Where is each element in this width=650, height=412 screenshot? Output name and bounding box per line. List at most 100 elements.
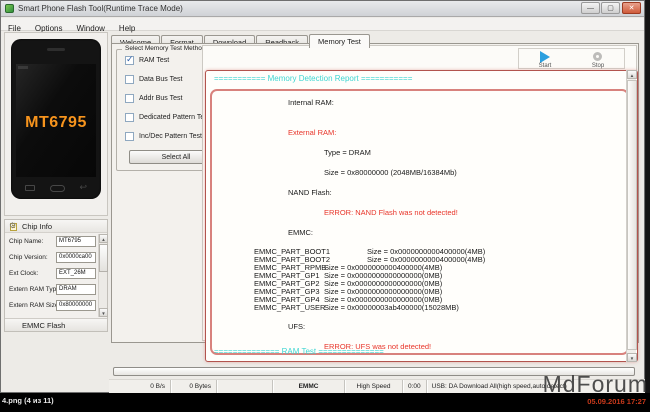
checkbox[interactable] <box>125 132 134 141</box>
app-icon <box>5 4 14 13</box>
scroll-down-icon[interactable]: ▼ <box>99 308 108 317</box>
checkbox-label: Addr Bus Test <box>139 95 183 102</box>
partition-size: Size = 0x00000003ab400000(15028MB) <box>324 303 459 312</box>
image-datetime: 05.09.2016 17:27 <box>587 397 646 406</box>
checkbox-label: Data Bus Test <box>139 76 183 83</box>
maximize-button[interactable]: ▢ <box>601 2 620 14</box>
report-line: Type = DRAM <box>218 148 627 158</box>
checkbox[interactable] <box>125 75 134 84</box>
memory-detection-report: =========== Memory Detection Report ====… <box>205 70 638 362</box>
report-line: EMMC_PART_USERSize = 0x00000003ab400000(… <box>218 304 627 312</box>
menu-icon <box>25 185 35 191</box>
chip-info-row: Ext Clock: EXT_26M <box>5 266 98 282</box>
app-window: Smart Phone Flash Tool(Runtime Trace Mod… <box>0 0 645 393</box>
status-segment: High Speed <box>345 380 403 393</box>
report-work-panel: Start Stop =========== Memory Detection … <box>202 45 638 362</box>
report-line: Internal RAM: <box>218 98 627 108</box>
checkbox-label: Dedicated Pattern Test <box>139 114 210 121</box>
chip-info-fields: Chip Name: MT6795 Chip Version: 0x0000ca… <box>5 234 98 317</box>
chip-info-header[interactable]: Chip Info <box>5 220 107 233</box>
field-label: Extern RAM Size: <box>9 302 61 309</box>
checkbox[interactable] <box>125 55 134 65</box>
status-segment <box>217 380 273 393</box>
report-text: External RAM: <box>288 128 337 137</box>
phone-preview-panel: MT6795 ↩ <box>4 32 108 216</box>
field-value-input[interactable]: EXT_26M <box>56 268 96 279</box>
title-bar: Smart Phone Flash Tool(Runtime Trace Mod… <box>1 1 644 17</box>
close-button[interactable]: ✕ <box>622 2 641 14</box>
report-line: ERROR: NAND Flash was not detected! <box>218 208 627 218</box>
report-line: UFS: <box>218 322 627 332</box>
phone-screen: MT6795 <box>16 64 96 177</box>
report-text: Type = DRAM <box>324 148 371 157</box>
watermark: MdForum <box>542 371 648 397</box>
field-label: Chip Name: <box>9 238 44 245</box>
report-header: =========== Memory Detection Report ====… <box>214 74 413 83</box>
field-value-input[interactable]: MT6795 <box>56 236 96 247</box>
checkbox[interactable] <box>125 94 134 103</box>
report-line: EMMC: <box>218 228 627 238</box>
scroll-up-icon[interactable]: ▲ <box>99 234 108 243</box>
chip-info-row: Chip Name: MT6795 <box>5 234 98 250</box>
start-button[interactable]: Start <box>520 50 570 69</box>
scroll-up-icon[interactable]: ▲ <box>627 70 637 79</box>
report-line: External RAM: <box>218 128 627 138</box>
home-icon <box>49 184 65 192</box>
phone-nav-buttons: ↩ <box>11 183 101 193</box>
chip-info-row: Chip Version: 0x0000ca00 <box>5 250 98 266</box>
report-line <box>218 218 627 228</box>
checkbox-label: Inc/Dec Pattern Test <box>139 133 202 140</box>
viewer-right-edge <box>646 0 650 393</box>
report-footer: ============== RAM Test ============== <box>214 347 384 356</box>
chip-model-label: MT6795 <box>25 114 87 131</box>
scroll-thumb[interactable] <box>99 244 108 272</box>
play-icon <box>540 51 550 63</box>
phone-speaker <box>47 48 65 51</box>
chip-info-scrollbar[interactable]: ▲ ▼ <box>98 234 108 317</box>
tab-bar: WelcomeFormatDownloadReadbackMemory Test <box>111 30 638 48</box>
scroll-down-icon[interactable]: ▼ <box>627 353 637 362</box>
status-segment: EMMC <box>273 380 345 393</box>
field-label: Chip Version: <box>9 254 48 261</box>
checkbox[interactable] <box>125 113 134 122</box>
status-segment: 0:00 <box>403 380 427 393</box>
report-text: NAND Flash: <box>288 188 332 197</box>
start-label: Start <box>538 63 552 69</box>
chip-info-row: Extern RAM Size: 0x80000000 <box>5 298 98 314</box>
report-text: EMMC: <box>288 228 313 237</box>
field-label: Extern RAM Type: <box>9 286 62 293</box>
field-label: Ext Clock: <box>9 270 39 277</box>
report-line <box>218 312 627 322</box>
memory-test-page: Select Memory Test Method RAM Test Data … <box>111 43 639 362</box>
field-value-input[interactable]: 0x80000000 <box>56 300 96 311</box>
report-scrollbar[interactable]: ▲ ▼ <box>626 70 637 362</box>
checkbox-label: RAM Test <box>139 57 170 64</box>
stop-icon <box>593 52 602 61</box>
gear-icon: ⚙ <box>9 221 17 230</box>
report-line <box>218 178 627 188</box>
report-line: NAND Flash: <box>218 188 627 198</box>
emmc-flash-header[interactable]: EMMC Flash <box>5 318 107 331</box>
report-body: Internal RAM: External RAM: Type = DRAM <box>210 89 629 355</box>
chip-info-row: Extern RAM Type: DRAM <box>5 282 98 298</box>
report-line <box>218 138 627 148</box>
report-text: ERROR: NAND Flash was not detected! <box>324 208 458 217</box>
report-line <box>218 198 627 208</box>
field-value-input[interactable]: 0x0000ca00 <box>56 252 96 263</box>
minimize-button[interactable]: — <box>581 2 600 14</box>
report-line: Size = 0x80000000 (2048MB/16384Mb) <box>218 168 627 178</box>
stop-label: Stop <box>591 63 605 69</box>
report-text: Internal RAM: <box>288 98 334 107</box>
tab[interactable]: Memory Test <box>309 34 370 48</box>
report-text: UFS: <box>288 322 306 331</box>
report-text: Size = 0x80000000 (2048MB/16384Mb) <box>324 168 457 177</box>
image-caption: 4.png (4 из 11) <box>2 396 54 405</box>
field-value-input[interactable]: DRAM <box>56 284 96 295</box>
phone-image: MT6795 ↩ <box>11 39 101 199</box>
partition-name: EMMC_PART_USER <box>254 303 326 312</box>
status-segment: 0 B/s <box>109 380 171 393</box>
stop-button[interactable]: Stop <box>573 50 623 69</box>
report-line <box>218 158 627 168</box>
scroll-thumb[interactable] <box>627 80 637 350</box>
report-line <box>218 332 627 342</box>
